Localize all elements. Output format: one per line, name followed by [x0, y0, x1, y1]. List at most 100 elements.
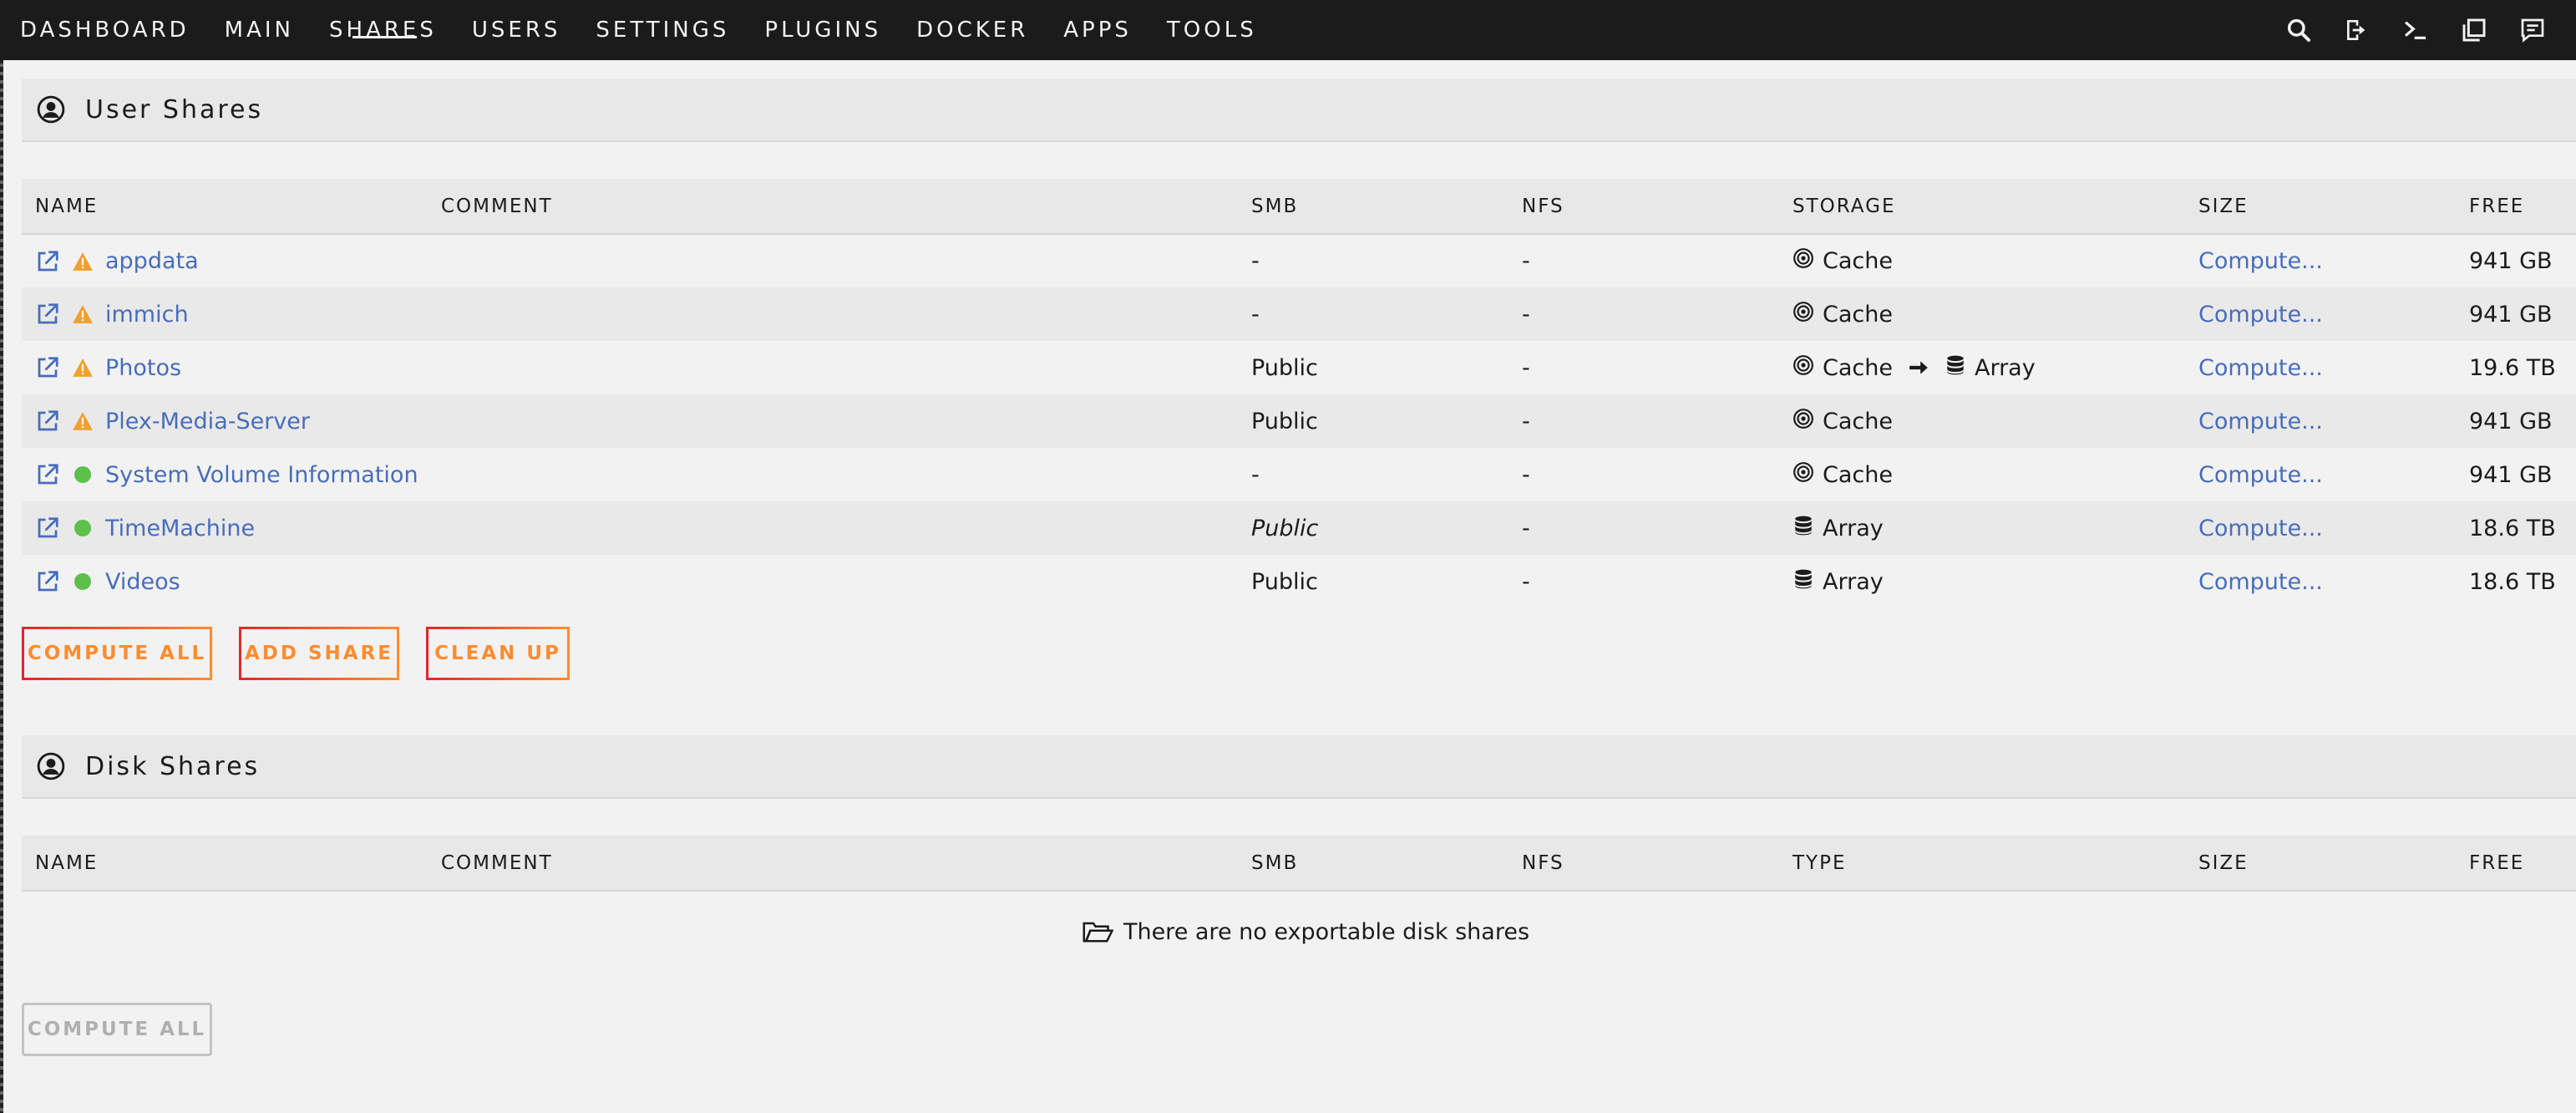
external-link-icon[interactable]	[35, 516, 60, 541]
table-row: Videos Public - Array Compute... 18.6 TB	[22, 555, 2576, 608]
cache-icon	[1793, 247, 1814, 275]
column-header-comment[interactable]: COMMENT	[428, 179, 1238, 234]
table-row: TimeMachine Public - Array Compute... 18.6 TB	[22, 501, 2576, 555]
storage-cell-content: Cache	[1793, 301, 2185, 328]
notifications-icon[interactable]	[2518, 15, 2548, 45]
warning-icon	[72, 357, 94, 379]
share-smb[interactable]: -	[1238, 287, 1509, 341]
external-link-icon[interactable]	[35, 302, 60, 327]
table-row: System Volume Information - - Cache Compute.…	[22, 448, 2576, 501]
user-shares-header-row: NAME COMMENT SMB NFS STORAGE SIZE FREE	[22, 179, 2576, 234]
compute-size-link[interactable]: Compute...	[2198, 409, 2323, 435]
column-header-comment[interactable]: COMMENT	[428, 836, 1238, 891]
share-name-link[interactable]: Photos	[105, 355, 181, 381]
cache-icon	[1793, 408, 1814, 435]
column-header-nfs[interactable]: NFS	[1509, 179, 1779, 234]
share-name-link[interactable]: TimeMachine	[105, 516, 255, 541]
share-name-link[interactable]: Plex-Media-Server	[105, 409, 310, 435]
external-link-icon[interactable]	[35, 409, 60, 434]
share-nfs[interactable]: -	[1509, 501, 1779, 555]
share-smb[interactable]: Public	[1238, 555, 1509, 608]
storage-cell-content: Array	[1793, 515, 2185, 542]
external-link-icon[interactable]	[35, 355, 60, 380]
share-comment	[428, 501, 1238, 555]
disk-compute-all-button[interactable]: COMPUTE ALL	[22, 1003, 212, 1056]
column-header-nfs[interactable]: NFS	[1509, 836, 1779, 891]
column-header-smb[interactable]: SMB	[1238, 179, 1509, 234]
external-link-icon[interactable]	[35, 462, 60, 487]
nav-item-docker[interactable]: DOCKER	[916, 0, 1028, 60]
share-smb[interactable]: -	[1238, 448, 1509, 501]
column-header-size[interactable]: SIZE	[2185, 179, 2456, 234]
share-comment	[428, 341, 1238, 394]
compute-size-link[interactable]: Compute...	[2198, 516, 2323, 541]
storage-label: Array	[1823, 515, 1884, 541]
column-header-name[interactable]: NAME	[22, 179, 428, 234]
user-shares-header: User Shares	[22, 79, 2576, 142]
share-storage: Cache	[1779, 394, 2185, 448]
share-name-link[interactable]: appdata	[105, 248, 199, 274]
share-nfs[interactable]: -	[1509, 234, 1779, 287]
clean-up-button[interactable]: CLEAN UP	[426, 627, 570, 680]
share-nfs[interactable]: -	[1509, 555, 1779, 608]
column-header-free[interactable]: FREE	[2456, 179, 2576, 234]
new-window-icon[interactable]	[2459, 15, 2489, 45]
warning-icon	[72, 410, 94, 432]
share-smb[interactable]: Public	[1238, 501, 1509, 555]
nav-icon-group	[2284, 15, 2556, 45]
search-icon[interactable]	[2284, 15, 2314, 45]
nav-item-apps[interactable]: APPS	[1063, 0, 1132, 60]
share-free: 941 GB	[2469, 461, 2553, 488]
column-header-size[interactable]: SIZE	[2185, 836, 2456, 891]
compute-size-link[interactable]: Compute...	[2198, 462, 2323, 488]
share-free: 941 GB	[2469, 248, 2553, 274]
share-name-link[interactable]: System Volume Information	[105, 462, 418, 488]
table-row: immich - - Cache Compute... 941 GB	[22, 287, 2576, 341]
warning-icon	[72, 303, 94, 325]
add-share-button[interactable]: ADD SHARE	[239, 627, 399, 680]
share-free: 18.6 TB	[2469, 568, 2556, 595]
share-nfs[interactable]: -	[1509, 287, 1779, 341]
storage-cell-content: Cache Array	[1793, 354, 2185, 382]
share-smb[interactable]: -	[1238, 234, 1509, 287]
empty-message: There are no exportable disk shares	[1082, 919, 1529, 945]
nav-item-settings[interactable]: SETTINGS	[596, 0, 729, 60]
nav-item-plugins[interactable]: PLUGINS	[764, 0, 881, 60]
share-nfs[interactable]: -	[1509, 448, 1779, 501]
share-nfs[interactable]: -	[1509, 394, 1779, 448]
share-storage: Array	[1779, 501, 2185, 555]
nav-item-users[interactable]: USERS	[472, 0, 561, 60]
column-header-storage[interactable]: STORAGE	[1779, 179, 2185, 234]
external-link-icon[interactable]	[35, 569, 60, 594]
compute-size-link[interactable]: Compute...	[2198, 355, 2323, 381]
disk-shares-header: Disk Shares	[22, 735, 2576, 799]
share-name-link[interactable]: Videos	[105, 569, 180, 595]
column-header-smb[interactable]: SMB	[1238, 836, 1509, 891]
share-name-link[interactable]: immich	[105, 302, 189, 328]
external-link-icon[interactable]	[35, 249, 60, 274]
nav-item-main[interactable]: MAIN	[225, 0, 294, 60]
storage-label: Cache	[1823, 354, 1893, 381]
share-name-cell: immich	[22, 287, 428, 341]
storage-cell-content: Cache	[1793, 461, 2185, 489]
compute-size-link[interactable]: Compute...	[2198, 302, 2323, 328]
logout-icon[interactable]	[2342, 15, 2372, 45]
window-edge	[0, 0, 3, 1113]
nav-item-dashboard[interactable]: DASHBOARD	[20, 0, 190, 60]
share-name-cell: Plex-Media-Server	[22, 394, 428, 448]
compute-size-link[interactable]: Compute...	[2198, 248, 2323, 274]
terminal-icon[interactable]	[2401, 15, 2431, 45]
disk-shares-table: NAME COMMENT SMB NFS TYPE SIZE FREE Ther…	[22, 836, 2576, 978]
column-header-type[interactable]: TYPE	[1779, 836, 2185, 891]
top-navigation-bar: DASHBOARD MAIN SHARES USERS SETTINGS PLUGINS D…	[0, 0, 2576, 60]
compute-all-button[interactable]: COMPUTE ALL	[22, 627, 212, 680]
share-smb[interactable]: Public	[1238, 394, 1509, 448]
share-nfs[interactable]: -	[1509, 341, 1779, 394]
column-header-name[interactable]: NAME	[22, 836, 428, 891]
nav-item-shares[interactable]: SHARES	[329, 0, 437, 60]
nav-item-tools[interactable]: TOOLS	[1167, 0, 1257, 60]
column-header-free[interactable]: FREE	[2456, 836, 2576, 891]
compute-size-link[interactable]: Compute...	[2198, 569, 2323, 595]
storage-cell-content: Cache	[1793, 408, 2185, 435]
share-smb[interactable]: Public	[1238, 341, 1509, 394]
